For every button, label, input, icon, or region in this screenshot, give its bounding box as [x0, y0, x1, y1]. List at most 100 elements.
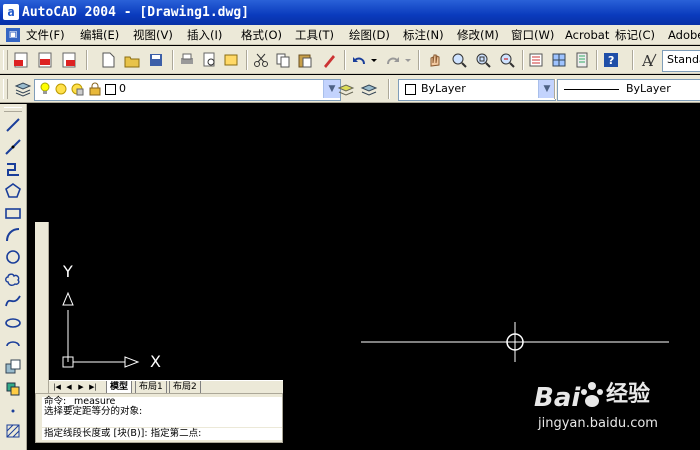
toolbar-separator	[418, 50, 420, 70]
tool-palettes-icon[interactable]	[573, 51, 591, 69]
new-icon[interactable]	[99, 51, 117, 69]
menu-adobe[interactable]: Adobe	[668, 25, 700, 45]
menu-edit[interactable]: 编辑(E)	[80, 25, 119, 45]
linetype-control-select[interactable]: ByLayer	[557, 79, 700, 101]
svg-text:Bai: Bai	[534, 383, 581, 413]
command-window: 命令: _measure 选择要定距等分的对象: 指定线段长度或 [块(B)]:…	[35, 393, 283, 443]
layer-properties-icon[interactable]	[14, 80, 32, 98]
menu-acrobat[interactable]: Acrobat	[565, 25, 609, 45]
toolbar-grip[interactable]	[3, 50, 8, 70]
undo-icon[interactable]	[350, 51, 368, 69]
toolbar-separator	[522, 50, 524, 70]
last-tab-icon[interactable]: ▶|	[88, 382, 98, 392]
next-tab-icon[interactable]: ▶	[76, 382, 86, 392]
first-tab-icon[interactable]: |◀	[52, 382, 62, 392]
cut-icon[interactable]	[252, 51, 270, 69]
undo-dropdown-icon[interactable]	[370, 51, 378, 69]
paste-icon[interactable]	[296, 51, 314, 69]
construction-line-tool-icon[interactable]	[4, 138, 22, 156]
arc-tool-icon[interactable]	[4, 226, 22, 244]
command-window-grip[interactable]	[35, 222, 49, 393]
crosshair-cursor	[495, 322, 535, 362]
zoom-previous-icon[interactable]	[498, 51, 516, 69]
plot-icon[interactable]	[178, 51, 196, 69]
ellipse-arc-tool-icon[interactable]	[4, 336, 22, 354]
lightbulb-icon	[39, 80, 51, 100]
command-line-input[interactable]: 指定线段长度或 [块(B)]: 指定第二点:	[42, 428, 282, 440]
save-icon[interactable]	[147, 51, 165, 69]
text-style-select[interactable]: Standa	[662, 50, 700, 72]
menu-view[interactable]: 视图(V)	[133, 25, 173, 45]
open-icon[interactable]	[123, 51, 141, 69]
help-icon[interactable]: ?	[602, 51, 620, 69]
toolbar-grip[interactable]	[4, 107, 22, 112]
properties-icon[interactable]	[527, 51, 545, 69]
text-style-icon[interactable]: A	[640, 51, 658, 70]
publish-icon[interactable]	[222, 51, 240, 69]
menu-tools[interactable]: 工具(T)	[295, 25, 334, 45]
autocad-app-icon[interactable]: a	[3, 4, 19, 20]
pdf-review-icon[interactable]	[60, 51, 78, 69]
redo-icon[interactable]	[384, 51, 402, 69]
toolbar-grip[interactable]	[3, 79, 8, 99]
plot-preview-icon[interactable]	[200, 51, 218, 69]
layer-select[interactable]: 0 ▼	[34, 79, 341, 101]
menu-modify[interactable]: 修改(M)	[457, 25, 499, 45]
layers-toolbar: 0 ▼ ByLayer ▼ ByLayer	[0, 75, 700, 103]
draw-toolbar	[0, 104, 27, 450]
polygon-tool-icon[interactable]	[4, 182, 22, 200]
zoom-window-icon[interactable]	[474, 51, 492, 69]
sun-icon	[54, 82, 68, 100]
color-swatch	[405, 84, 416, 95]
make-block-tool-icon[interactable]	[4, 380, 22, 398]
pdf-convert-icon[interactable]	[12, 51, 30, 69]
command-history-line: 选择要定距等分的对象:	[44, 406, 143, 417]
linetype-sample	[564, 89, 619, 90]
toolbar-separator	[554, 79, 556, 99]
menu-window[interactable]: 窗口(W)	[511, 25, 554, 45]
toolbar-separator	[86, 50, 88, 70]
menu-insert[interactable]: 插入(I)	[187, 25, 222, 45]
make-object-layer-current-icon[interactable]	[337, 80, 355, 98]
layout-tabs-bar: |◀ ◀ ▶ ▶| 模型 布局1 布局2	[49, 380, 283, 394]
hatch-tool-icon[interactable]	[4, 422, 22, 440]
polyline-tool-icon[interactable]	[4, 160, 22, 178]
chevron-down-icon[interactable]: ▼	[538, 80, 555, 98]
insert-block-tool-icon[interactable]	[4, 358, 22, 376]
color-control-select[interactable]: ByLayer ▼	[398, 79, 556, 101]
point-tool-icon[interactable]	[4, 402, 22, 420]
ellipse-tool-icon[interactable]	[4, 314, 22, 332]
zoom-realtime-icon[interactable]	[450, 51, 468, 69]
linetype-value: ByLayer	[626, 82, 671, 95]
freeze-viewport-icon	[70, 82, 84, 100]
ucs-y-label: Y	[63, 262, 73, 281]
menu-bar: ▣ 文件(F) 编辑(E) 视图(V) 插入(I) 格式(O) 工具(T) 绘图…	[0, 25, 700, 45]
line-tool-icon[interactable]	[4, 116, 22, 134]
color-value: ByLayer	[421, 82, 466, 95]
pan-realtime-icon[interactable]	[426, 51, 444, 69]
toolbar-separator	[632, 50, 634, 70]
menu-draw[interactable]: 绘图(D)	[349, 25, 390, 45]
pdf-email-icon[interactable]	[36, 51, 54, 69]
baidu-jingyan-watermark: Bai 经验 jingyan.baidu.com	[532, 372, 692, 442]
menu-dimension[interactable]: 标注(N)	[403, 25, 444, 45]
copy-icon[interactable]	[274, 51, 292, 69]
toolbar-separator	[388, 79, 390, 99]
document-icon[interactable]: ▣	[6, 28, 20, 42]
redo-dropdown-icon[interactable]	[404, 51, 412, 69]
rectangle-tool-icon[interactable]	[4, 204, 22, 222]
lock-icon	[88, 82, 102, 100]
menu-markup[interactable]: 标记(C)	[615, 25, 655, 45]
spline-tool-icon[interactable]	[4, 292, 22, 310]
menu-format[interactable]: 格式(O)	[241, 25, 282, 45]
design-center-icon[interactable]	[550, 51, 568, 69]
menu-file[interactable]: 文件(F)	[26, 25, 65, 45]
revision-cloud-tool-icon[interactable]	[4, 270, 22, 288]
svg-text:?: ?	[608, 54, 614, 67]
previous-tab-icon[interactable]: ◀	[64, 382, 74, 392]
circle-tool-icon[interactable]	[4, 248, 22, 266]
match-properties-icon[interactable]	[320, 51, 338, 69]
ucs-icon	[62, 291, 140, 368]
layer-previous-icon[interactable]	[360, 80, 378, 98]
toolbar-separator	[246, 50, 248, 70]
